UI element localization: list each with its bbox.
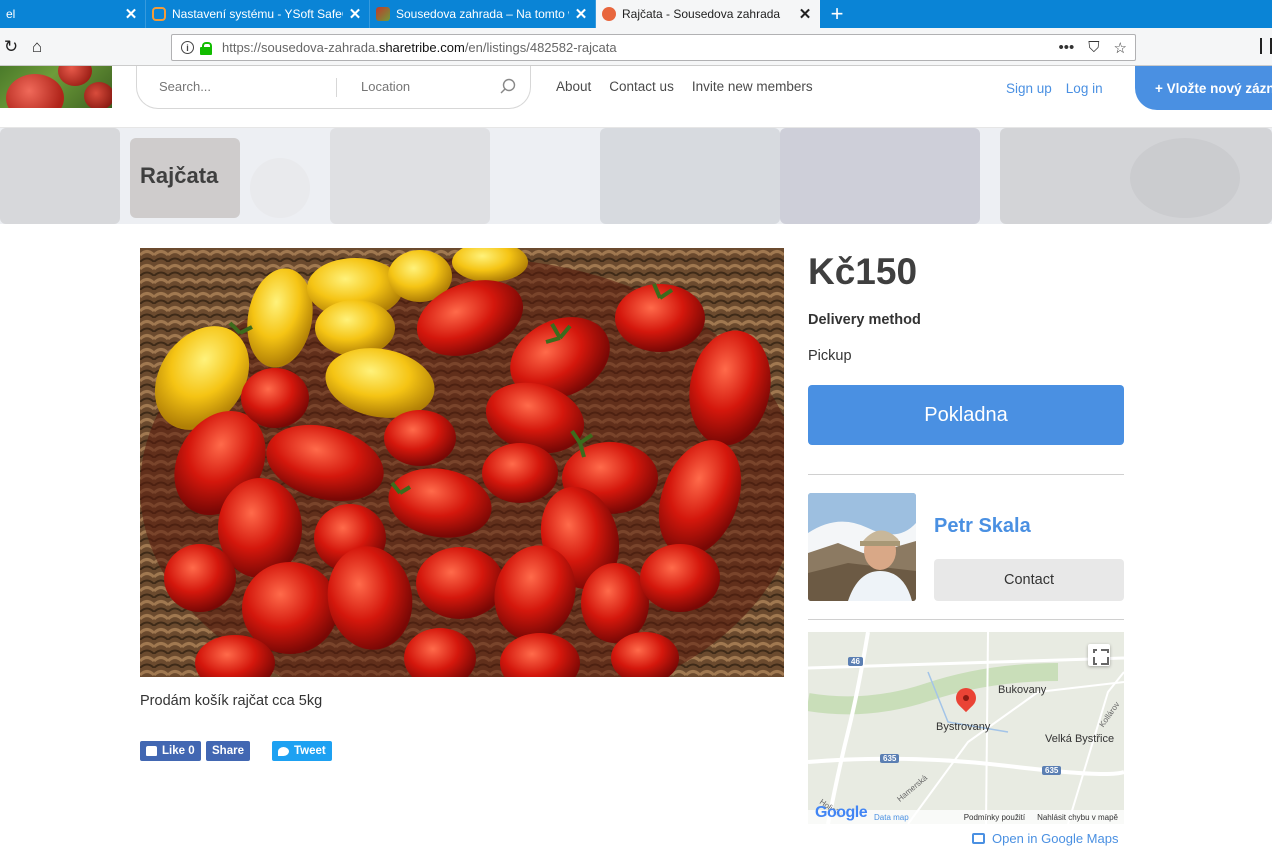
delivery-method-value: Pickup	[808, 348, 852, 364]
open-maps-label: Open in Google Maps	[992, 831, 1119, 846]
twitter-bird-icon	[278, 746, 289, 756]
title-banner: Rajčata	[0, 128, 1272, 224]
road-number-635: 635	[1042, 766, 1062, 775]
url-prefix: https://sousedova-zahrada.	[222, 40, 379, 55]
reload-icon[interactable]: ↻	[0, 36, 22, 58]
log-in-link[interactable]: Log in	[1066, 81, 1103, 96]
home-icon[interactable]: ⌂	[26, 36, 48, 58]
library-icon[interactable]	[1260, 38, 1272, 54]
checkout-button[interactable]: Pokladna	[808, 385, 1124, 445]
facebook-share-button[interactable]: Share	[206, 741, 250, 761]
bookmark-star-icon[interactable]: ☆	[1114, 39, 1127, 57]
contact-button[interactable]: Contact	[934, 559, 1124, 601]
map-place-label: Bukovany	[998, 684, 1047, 696]
like-label: Like	[162, 745, 186, 757]
like-count: 0	[188, 745, 195, 757]
close-icon[interactable]: ✕	[797, 5, 813, 23]
tab-title: Sousedova zahrada – Na tomto we	[396, 7, 569, 21]
garden-favicon-icon	[376, 7, 390, 21]
listing-description: Prodám košík rajčat cca 5kg	[140, 693, 323, 709]
search-input[interactable]	[159, 79, 329, 94]
location-input[interactable]	[361, 79, 491, 94]
header-nav: About Contact us Invite new members	[556, 79, 813, 94]
browser-nav-bar: ↻ ⌂ i https://sousedova-zahrada.sharetri…	[0, 28, 1272, 66]
nav-invite-link[interactable]: Invite new members	[692, 79, 813, 94]
search-icon[interactable]	[500, 78, 516, 94]
lock-icon	[200, 41, 212, 55]
page-actions-icon[interactable]: •••	[1059, 39, 1075, 56]
search-bar	[136, 66, 531, 109]
road-number-635: 635	[880, 754, 900, 763]
browser-tab[interactable]: el ✕	[0, 0, 146, 28]
map-terms-link[interactable]: Podmínky použití	[964, 813, 1025, 822]
fullscreen-icon[interactable]	[1088, 644, 1110, 666]
url-bar[interactable]: i https://sousedova-zahrada.sharetribe.c…	[171, 34, 1136, 61]
road-number-46: 46	[848, 657, 863, 666]
ysoft-favicon-icon	[152, 7, 166, 21]
listing-price: Kč150	[808, 251, 918, 292]
map-data-link[interactable]: Data map	[874, 813, 909, 822]
url-domain: sharetribe.com	[378, 40, 465, 55]
auth-links: Sign up Log in	[1006, 81, 1103, 96]
page-title: Rajčata	[140, 163, 219, 188]
twitter-tweet-button[interactable]: Tweet	[272, 741, 332, 761]
tab-title: Nastavení systému - YSoft SafeQ	[172, 7, 343, 21]
browser-tab[interactable]: Sousedova zahrada – Na tomto we ✕	[370, 0, 596, 28]
external-link-icon	[972, 833, 985, 844]
site-logo[interactable]	[0, 66, 112, 108]
site-header: About Contact us Invite new members Sign…	[0, 66, 1272, 128]
divider	[808, 474, 1124, 475]
delivery-method-label: Delivery method	[808, 312, 921, 328]
tweet-label: Tweet	[294, 745, 326, 757]
google-logo: Google	[815, 804, 868, 821]
share-label: Share	[212, 745, 244, 757]
close-icon[interactable]: ✕	[347, 5, 363, 23]
author-name-link[interactable]: Petr Skala	[934, 515, 1031, 538]
close-icon[interactable]: ✕	[573, 5, 589, 23]
facebook-like-button[interactable]: Like 0	[140, 741, 201, 761]
map-place-label: Bystrovany	[936, 721, 991, 733]
listing-image[interactable]	[140, 248, 784, 677]
url-path: /en/listings/482582-rajcata	[464, 40, 617, 55]
url-text[interactable]: https://sousedova-zahrada.sharetribe.com…	[222, 40, 1059, 55]
sharetribe-favicon-icon	[602, 7, 616, 21]
author-avatar[interactable]	[808, 493, 916, 601]
location-map[interactable]: 46 635 635 Bukovany Bystrovany Velká Bys…	[808, 632, 1124, 824]
close-icon[interactable]: ✕	[123, 5, 139, 23]
browser-tab-strip: el ✕ Nastavení systému - YSoft SafeQ ✕ S…	[0, 0, 1272, 28]
browser-tab-active[interactable]: Rajčata - Sousedova zahrada ✕	[596, 0, 820, 28]
sign-up-link[interactable]: Sign up	[1006, 81, 1052, 96]
search-divider	[336, 78, 337, 97]
thumbs-up-icon	[146, 746, 157, 756]
tab-title: Rajčata - Sousedova zahrada	[622, 7, 781, 21]
post-listing-button[interactable]: + Vložte nový zázn	[1135, 66, 1272, 110]
nav-about-link[interactable]: About	[556, 79, 591, 94]
pocket-icon[interactable]: ⛉	[1088, 39, 1099, 56]
map-place-label: Velká Bystřice	[1045, 733, 1115, 745]
new-tab-icon[interactable]: +	[820, 0, 854, 28]
open-in-google-maps-link[interactable]: Open in Google Maps	[972, 831, 1118, 846]
map-report-link[interactable]: Nahlásit chybu v mapě	[1037, 813, 1118, 822]
browser-tab[interactable]: Nastavení systému - YSoft SafeQ ✕	[146, 0, 370, 28]
nav-contact-link[interactable]: Contact us	[609, 79, 674, 94]
tab-title: el	[6, 7, 16, 21]
site-info-icon[interactable]: i	[181, 41, 194, 54]
divider	[808, 619, 1124, 620]
